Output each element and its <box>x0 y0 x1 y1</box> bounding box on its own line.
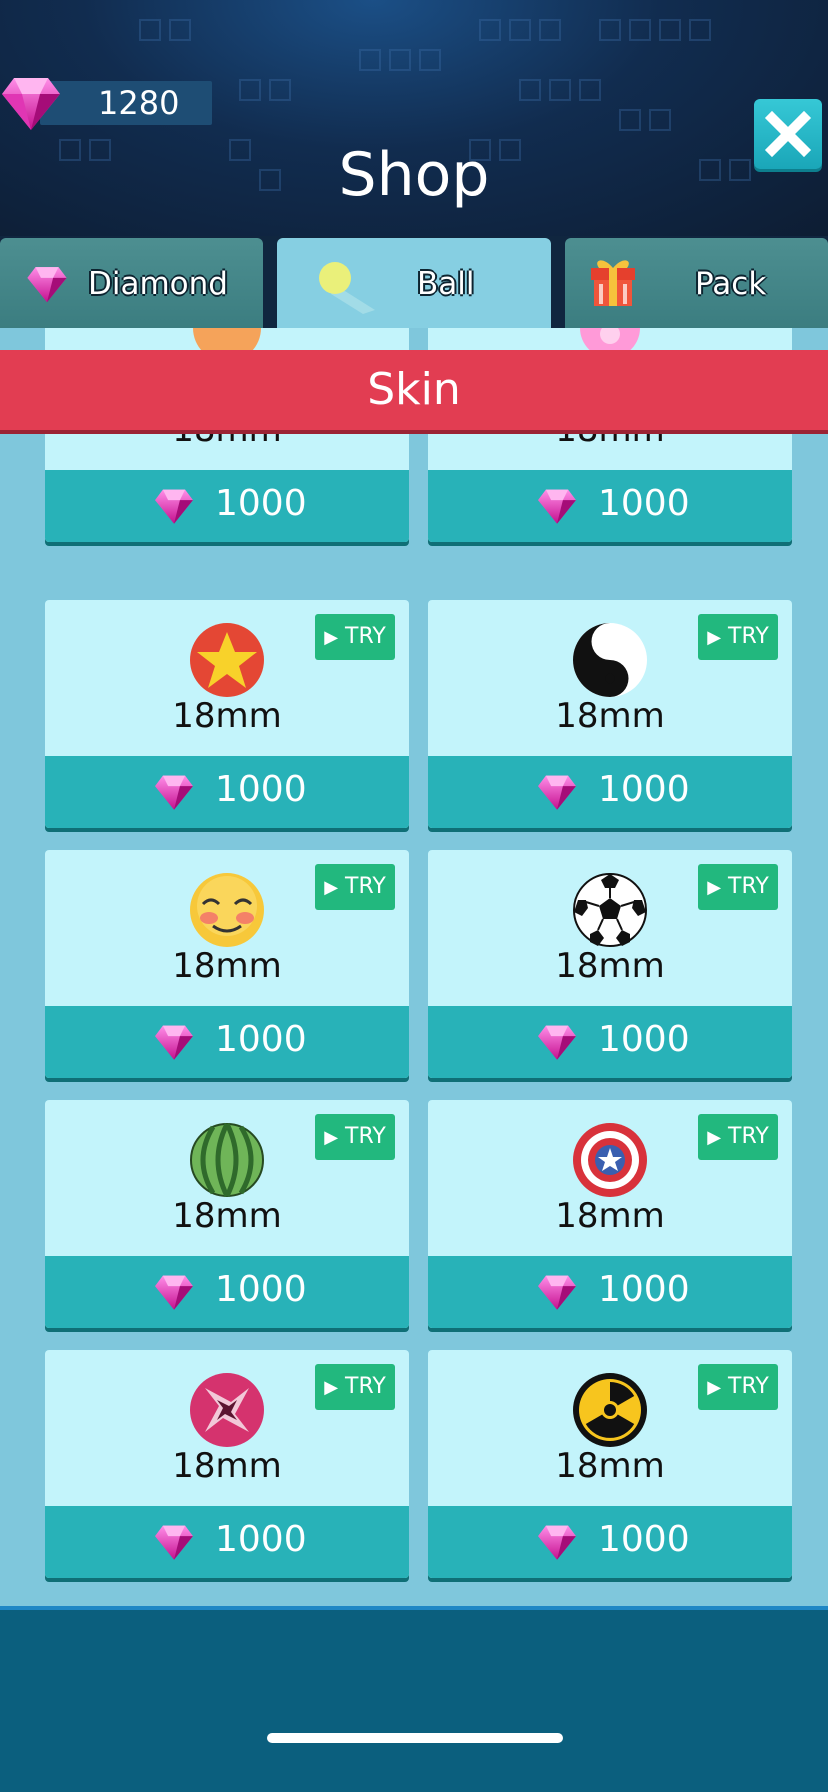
item-price: 1000 <box>215 1019 307 1060</box>
buy-button[interactable]: 1000 <box>428 1006 792 1078</box>
item-size: 18mm <box>555 696 665 736</box>
try-button[interactable]: ▶ TRY <box>315 1114 395 1160</box>
diamond-icon <box>538 1025 576 1060</box>
diamond-icon <box>155 489 193 524</box>
try-label: TRY <box>345 1124 386 1149</box>
try-label: TRY <box>345 1374 386 1399</box>
tab-pack[interactable]: Pack <box>565 238 828 328</box>
diamond-icon <box>538 1275 576 1310</box>
item-price: 1000 <box>598 769 690 810</box>
item-price: 1000 <box>598 483 690 524</box>
gift-icon <box>591 260 635 306</box>
close-button[interactable] <box>754 99 822 169</box>
diamond-icon <box>2 78 60 130</box>
item-size: 18mm <box>172 946 282 986</box>
buy-button[interactable]: 1000 <box>45 1506 409 1578</box>
item-price: 1000 <box>215 1519 307 1560</box>
item-list[interactable]: 18mm 1000 18mm 1000 ▶ TRY 18mm 1000 ▶ TR… <box>0 328 828 1608</box>
try-button[interactable]: ▶ TRY <box>315 864 395 910</box>
try-button[interactable]: ▶ TRY <box>315 614 395 660</box>
yin-yang-ball-icon <box>573 623 647 697</box>
shop-item-card[interactable]: ▶ TRY 18mm 1000 <box>45 600 409 828</box>
diamond-count: 1280 <box>98 84 180 122</box>
item-price: 1000 <box>215 483 307 524</box>
buy-button[interactable]: 1000 <box>45 470 409 542</box>
tab-diamond[interactable]: Diamond <box>0 238 263 328</box>
play-icon: ▶ <box>324 877 339 898</box>
item-size: 18mm <box>555 946 665 986</box>
play-icon: ▶ <box>324 627 339 648</box>
try-label: TRY <box>345 874 386 899</box>
try-button[interactable]: ▶ TRY <box>698 864 778 910</box>
shield-ball-icon <box>573 1123 647 1197</box>
buy-button[interactable]: 1000 <box>428 470 792 542</box>
diamond-icon <box>538 489 576 524</box>
soccer-ball-icon <box>573 873 647 947</box>
try-button[interactable]: ▶ TRY <box>698 614 778 660</box>
diamond-icon <box>155 775 193 810</box>
header: 1280 Shop <box>0 0 828 236</box>
try-label: TRY <box>728 874 769 899</box>
try-label: TRY <box>728 1374 769 1399</box>
play-icon: ▶ <box>707 1377 722 1398</box>
item-size: 18mm <box>172 696 282 736</box>
buy-button[interactable]: 1000 <box>45 1006 409 1078</box>
try-label: TRY <box>728 1124 769 1149</box>
home-indicator[interactable] <box>267 1733 563 1743</box>
play-icon: ▶ <box>707 877 722 898</box>
tab-label: Ball <box>417 266 475 302</box>
watermelon-ball-icon <box>190 1122 264 1198</box>
try-button[interactable]: ▶ TRY <box>698 1114 778 1160</box>
diamond-icon <box>538 775 576 810</box>
item-size: 18mm <box>555 1446 665 1486</box>
radiation-ball-icon <box>573 1373 647 1447</box>
item-price: 1000 <box>215 1269 307 1310</box>
shop-item-card[interactable]: ▶ TRY 18mm 1000 <box>428 1350 792 1578</box>
shuriken-ball-icon <box>190 1373 264 1447</box>
shop-item-card[interactable]: ▶ TRY 18mm 1000 <box>428 1100 792 1328</box>
try-label: TRY <box>345 624 386 649</box>
shop-item-card[interactable]: ▶ TRY 18mm 1000 <box>428 850 792 1078</box>
diamond-icon <box>155 1025 193 1060</box>
buy-button[interactable]: 1000 <box>428 1256 792 1328</box>
buy-button[interactable]: 1000 <box>45 756 409 828</box>
diamond-icon <box>27 267 67 303</box>
item-size: 18mm <box>172 1196 282 1236</box>
try-button[interactable]: ▶ TRY <box>315 1364 395 1410</box>
shop-item-card[interactable]: ▶ TRY 18mm 1000 <box>45 1350 409 1578</box>
page-title: Shop <box>338 140 490 210</box>
section-title: Skin <box>367 364 461 415</box>
item-size: 18mm <box>555 1196 665 1236</box>
try-button[interactable]: ▶ TRY <box>698 1364 778 1410</box>
play-icon: ▶ <box>324 1127 339 1148</box>
buy-button[interactable]: 1000 <box>428 756 792 828</box>
buy-button[interactable]: 1000 <box>428 1506 792 1578</box>
section-banner: Skin <box>0 350 828 430</box>
item-price: 1000 <box>598 1019 690 1060</box>
try-label: TRY <box>728 624 769 649</box>
tab-ball[interactable]: Ball <box>277 238 551 328</box>
shop-item-card[interactable]: ▶ TRY 18mm 1000 <box>428 600 792 828</box>
play-icon: ▶ <box>707 1127 722 1148</box>
tab-bar: Diamond Ball Pack <box>0 236 828 328</box>
diamond-icon <box>538 1525 576 1560</box>
item-price: 1000 <box>215 769 307 810</box>
star-ball-icon <box>190 623 264 697</box>
tab-label: Pack <box>695 266 767 302</box>
item-size: 18mm <box>172 1446 282 1486</box>
ball-icon <box>319 262 375 314</box>
item-price: 1000 <box>598 1269 690 1310</box>
play-icon: ▶ <box>707 627 722 648</box>
item-price: 1000 <box>598 1519 690 1560</box>
close-icon <box>764 110 812 158</box>
diamond-icon <box>155 1275 193 1310</box>
bottom-area <box>0 1610 828 1792</box>
tab-label: Diamond <box>88 266 228 302</box>
buy-button[interactable]: 1000 <box>45 1256 409 1328</box>
play-icon: ▶ <box>324 1377 339 1398</box>
emoji-ball-icon <box>190 873 264 947</box>
shop-item-card[interactable]: ▶ TRY 18mm 1000 <box>45 850 409 1078</box>
shop-item-card[interactable]: ▶ TRY 18mm 1000 <box>45 1100 409 1328</box>
diamond-icon <box>155 1525 193 1560</box>
